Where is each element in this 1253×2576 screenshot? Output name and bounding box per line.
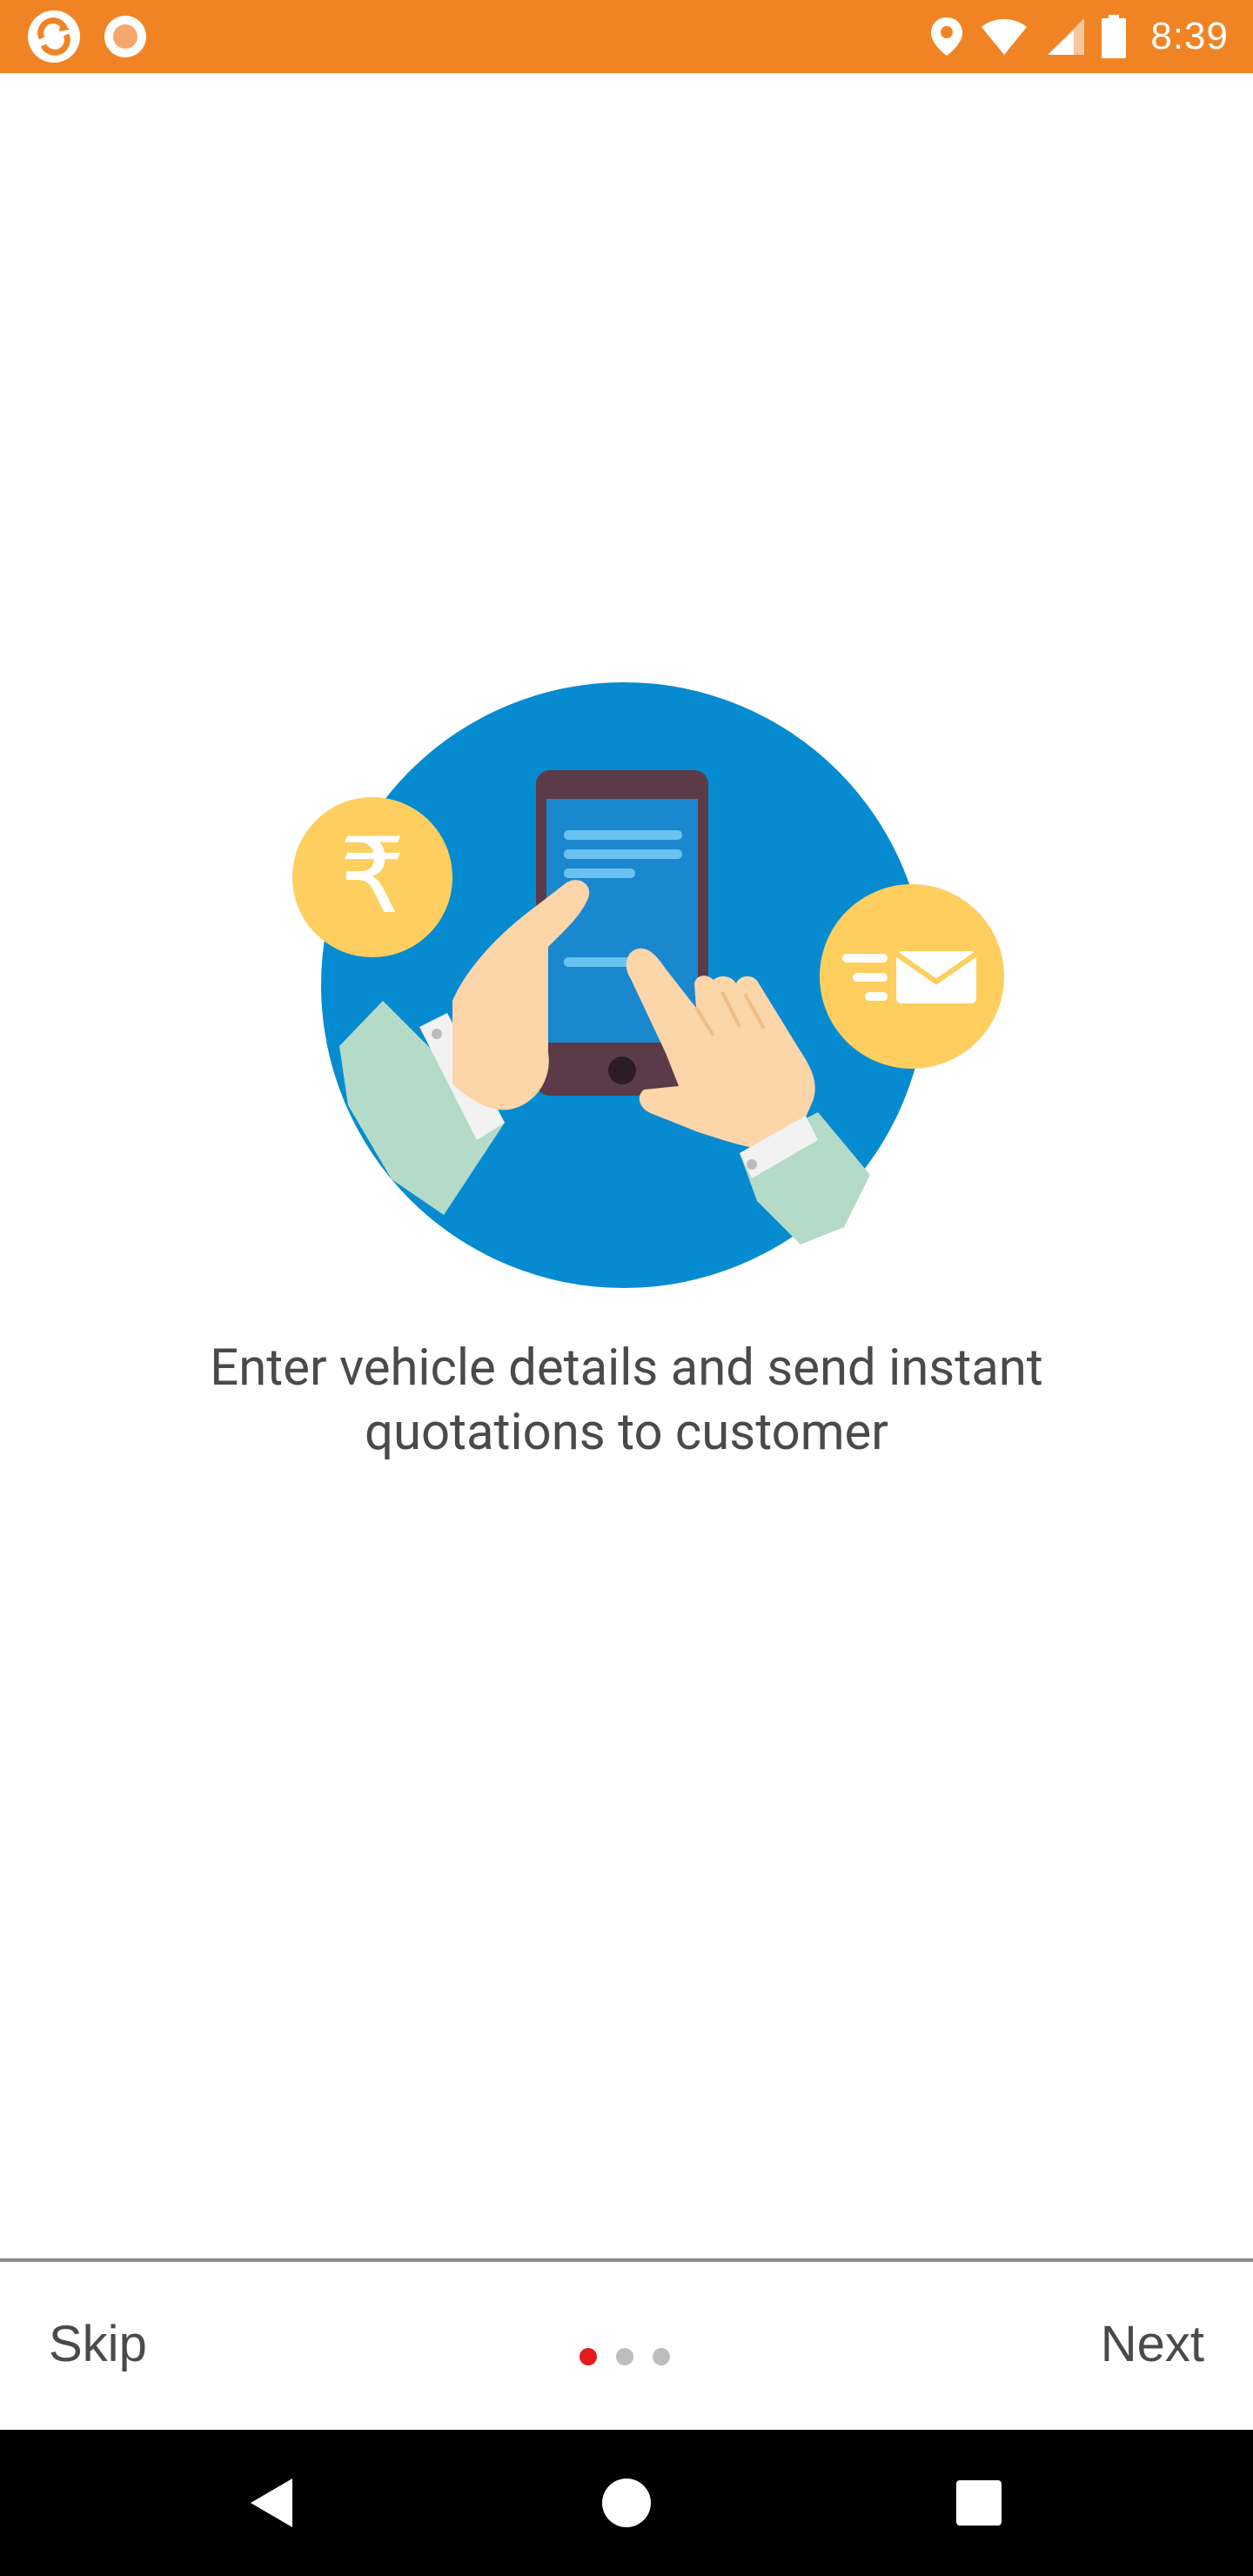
signal-icon [1048, 18, 1085, 55]
status-time: 8:39 [1150, 15, 1229, 57]
onboarding-headline: Enter vehicle details and send instant q… [0, 1336, 1253, 1465]
home-icon [602, 2479, 651, 2527]
back-icon [251, 2479, 292, 2527]
recents-icon [956, 2480, 1002, 2526]
page-dot [653, 2348, 670, 2365]
system-nav-bar [0, 2430, 1253, 2576]
battery-icon [1102, 15, 1127, 58]
recents-button[interactable] [909, 2430, 1049, 2576]
onboarding-footer [0, 2262, 1253, 2429]
next-button[interactable]: Next [1101, 2315, 1204, 2373]
rupee-symbol: ₹ [339, 816, 405, 937]
status-bar: 8:39 [0, 0, 1253, 73]
rupee-coin: ₹ [292, 797, 452, 957]
location-icon [931, 17, 963, 56]
skip-button[interactable]: Skip [49, 2315, 147, 2373]
headline-line-2: quotations to customer [365, 1403, 888, 1462]
back-button[interactable] [202, 2430, 341, 2576]
sync-app-icon [28, 10, 80, 63]
home-button[interactable] [557, 2430, 696, 2576]
email-icon [820, 884, 1004, 1069]
wifi-icon [982, 19, 1028, 55]
phone-quotation-illustration: ₹ [292, 682, 1004, 1288]
headline-line-1: Enter vehicle details and send instant [210, 1338, 1043, 1398]
page-dot [616, 2348, 633, 2365]
page-dot-active [580, 2348, 597, 2365]
page-indicator [580, 2348, 670, 2365]
record-icon [104, 16, 146, 57]
